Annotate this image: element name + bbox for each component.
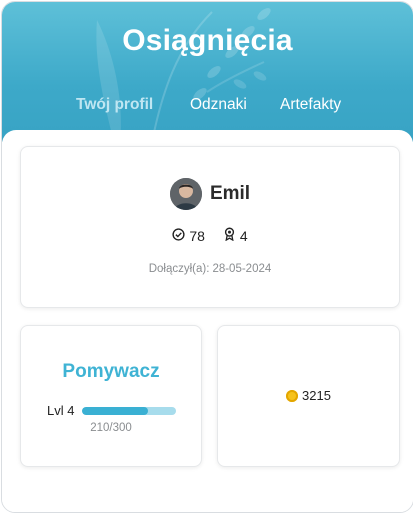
leaf-decoration-icon (96, 8, 271, 142)
profile-header: Emil (21, 178, 399, 210)
coin-balance: 3215 (218, 388, 399, 403)
tab-your-profile[interactable]: Twój profil (76, 96, 153, 114)
profile-stats: 78 4 (21, 227, 399, 244)
username: Emil (209, 183, 251, 204)
xp-progress-bar (82, 406, 177, 415)
level-card: Pomywacz Lvl 4 210/300 (20, 325, 202, 467)
content-panel: Emil 78 4 Dołączył(a): 28-05-2024 Pomywa… (2, 130, 413, 512)
joined-label: Dołączył(a): (148, 263, 210, 275)
profile-card: Emil 78 4 Dołączył(a): 28-05-2024 (20, 146, 400, 308)
level-row: Lvl 4 (47, 403, 177, 418)
page-title: Osiągnięcia (122, 24, 293, 57)
check-circle-icon (172, 227, 185, 244)
completed-count: 78 (189, 227, 205, 244)
user-avatar (169, 178, 202, 210)
rank-title: Pomywacz (62, 361, 160, 382)
tab-artifacts[interactable]: Artefakty (280, 96, 341, 114)
tab-badges[interactable]: Odznaki (190, 96, 247, 114)
xp-text: 210/300 (90, 422, 132, 434)
coin-icon (286, 389, 299, 402)
badges-stat: 4 (223, 227, 248, 244)
completed-stat: 78 (172, 227, 205, 244)
coins-card: 3215 (217, 325, 400, 467)
level-label: Lvl 4 (47, 403, 75, 418)
joined-date: Dołączył(a): 28-05-2024 (21, 263, 399, 275)
coin-amount: 3215 (302, 388, 331, 403)
badges-count: 4 (239, 227, 248, 244)
joined-value: 28-05-2024 (212, 263, 272, 275)
header: Osiągnięcia Twój profil Odznaki Artefakt… (2, 2, 413, 142)
achievements-window: Osiągnięcia Twój profil Odznaki Artefakt… (1, 1, 413, 513)
award-icon (223, 227, 236, 244)
xp-progress-fill (82, 406, 149, 415)
